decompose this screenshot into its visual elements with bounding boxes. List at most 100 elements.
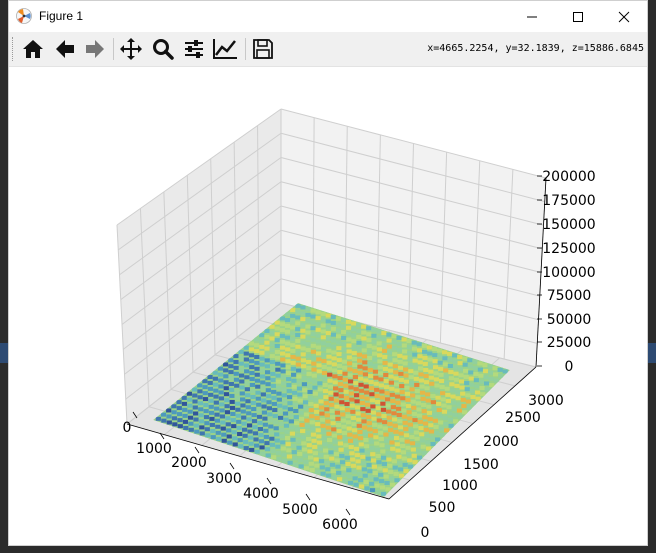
surface-cell	[291, 378, 297, 383]
surface-cell	[271, 401, 277, 406]
surface-cell	[259, 368, 265, 373]
surface-cell	[493, 372, 499, 377]
surface-cell	[324, 461, 330, 466]
surface-cell	[202, 397, 209, 402]
surface-cell	[348, 391, 354, 396]
edit-axis-icon	[213, 39, 237, 59]
save-button[interactable]	[249, 36, 277, 62]
surface-cell	[393, 471, 399, 476]
home-button[interactable]	[19, 36, 47, 62]
surface-cell	[304, 418, 310, 423]
surface-cell	[399, 384, 405, 389]
surface-cell	[366, 332, 372, 337]
surface-cell	[279, 328, 285, 333]
zoom-button[interactable]	[149, 36, 177, 62]
surface-cell	[273, 420, 279, 425]
plot-3d-axes[interactable]: 0100020003000400050006000 050010001500200…	[9, 67, 647, 545]
configure-subplots-button[interactable]	[180, 36, 208, 62]
pan-button[interactable]	[117, 36, 145, 62]
surface-cell	[432, 412, 438, 417]
surface-cell	[306, 377, 312, 382]
surface-cell	[356, 346, 362, 351]
edit-axis-button[interactable]	[211, 36, 239, 62]
minimize-button[interactable]	[509, 1, 555, 32]
surface-cell	[297, 398, 303, 403]
surface-cell	[438, 426, 444, 431]
surface-cell	[264, 370, 271, 375]
surface-cell	[282, 411, 289, 416]
surface-cell	[274, 326, 280, 331]
surface-cell	[325, 325, 331, 330]
surface-cell	[271, 455, 277, 460]
toolbar-separator	[113, 38, 114, 60]
surface-cell	[260, 392, 266, 397]
surface-cell	[366, 414, 372, 419]
surface-cell	[315, 469, 321, 474]
back-button[interactable]	[51, 36, 79, 62]
surface-cell	[322, 376, 328, 381]
surface-cell	[340, 330, 347, 335]
surface-cell	[290, 343, 296, 348]
surface-cell	[266, 400, 272, 405]
surface-cell	[432, 418, 438, 423]
surface-cell	[249, 376, 255, 381]
surface-cell	[272, 408, 278, 413]
surface-cell	[337, 382, 344, 387]
toolbar-grip[interactable]	[12, 37, 16, 61]
surface-cell	[300, 305, 306, 310]
surface-cell	[377, 353, 383, 358]
surface-cell	[351, 339, 357, 344]
surface-cell	[414, 389, 420, 394]
surface-cell	[426, 410, 433, 415]
surface-cell	[327, 384, 333, 389]
surface-cell	[421, 402, 427, 407]
surface-cell	[300, 429, 306, 434]
surface-cell	[417, 419, 423, 424]
close-button[interactable]	[601, 1, 647, 32]
surface-cell	[182, 413, 188, 418]
surface-cell	[483, 375, 489, 380]
surface-cell	[397, 461, 403, 466]
title-bar[interactable]: Figure 1	[9, 1, 647, 32]
surface-cell	[377, 466, 383, 471]
surface-cell	[382, 366, 389, 371]
surface-cell	[265, 376, 271, 381]
surface-cell	[378, 437, 384, 442]
surface-cell	[267, 412, 273, 417]
figure-canvas[interactable]: 0 1000 2000 3000 4000 5000 6000 0 500 1000 1500 200…	[9, 67, 647, 545]
forward-button[interactable]	[81, 36, 109, 62]
surface-cell	[429, 381, 435, 386]
surface-cell	[386, 338, 392, 343]
surface-cell	[372, 363, 378, 368]
surface-cell	[407, 416, 413, 421]
surface-cell	[432, 359, 438, 364]
surface-cell	[347, 480, 354, 485]
surface-cell	[428, 429, 435, 434]
surface-cell	[311, 373, 317, 378]
surface-cell	[232, 436, 238, 441]
maximize-button[interactable]	[555, 1, 601, 32]
surface-cell	[310, 332, 316, 337]
surface-cell	[364, 390, 370, 395]
surface-cell	[327, 437, 333, 442]
surface-cell	[336, 340, 342, 345]
surface-cell	[430, 394, 436, 399]
surface-cell	[462, 410, 468, 415]
surface-cell	[285, 365, 291, 370]
surface-cell	[307, 395, 314, 400]
surface-cell	[297, 392, 303, 397]
surface-cell	[388, 470, 394, 475]
surface-cell	[224, 398, 230, 403]
surface-cell	[243, 357, 249, 362]
surface-cell	[323, 454, 329, 459]
surface-cell	[221, 438, 227, 443]
surface-cell	[323, 401, 329, 406]
surface-cell	[290, 319, 296, 324]
surface-cell	[198, 413, 204, 418]
surface-cell	[378, 383, 385, 388]
surface-cell	[342, 479, 348, 484]
surface-cell	[225, 422, 231, 427]
surface-cell	[429, 435, 435, 440]
surface-cell	[276, 391, 282, 396]
surface-cell	[204, 421, 210, 426]
